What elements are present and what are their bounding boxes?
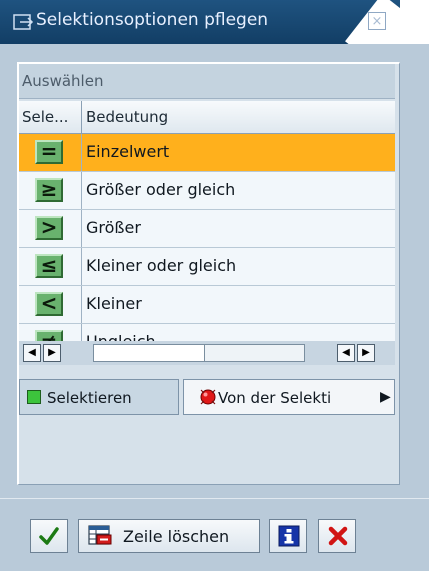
delete-row-button[interactable]: Zeile löschen xyxy=(78,519,260,553)
tab-von-der-selektion[interactable]: Von der Selekti ▶ xyxy=(183,379,395,415)
table-row-ungleich[interactable]: ≠ Ungleich xyxy=(19,324,395,341)
symbol-cell: = xyxy=(19,134,82,171)
group-title: Auswählen xyxy=(22,72,104,90)
table-row-kleiner[interactable]: < Kleiner xyxy=(19,286,395,324)
tab-von-der-selektion-label: Von der Selekti xyxy=(218,389,332,407)
column-header-bedeutung-label: Bedeutung xyxy=(86,108,169,126)
cancel-icon xyxy=(328,526,348,546)
symbol-cell: < xyxy=(19,286,82,323)
close-icon[interactable]: × xyxy=(368,12,386,30)
scroll-right-button[interactable]: ▶ xyxy=(43,344,61,362)
selection-group: Auswählen Sele... Bedeutung = Einzelwert… xyxy=(17,62,400,485)
delete-row-icon xyxy=(88,525,112,545)
meaning-cell[interactable]: Kleiner oder gleich xyxy=(86,256,236,275)
red-stop-icon xyxy=(200,389,216,405)
scroll-track[interactable] xyxy=(93,344,305,362)
symbol-cell: ≥ xyxy=(19,172,82,209)
scroll-right-button-2[interactable]: ▶ xyxy=(357,344,375,362)
dialog-body: Auswählen Sele... Bedeutung = Einzelwert… xyxy=(0,44,429,571)
scroll-thumb[interactable] xyxy=(94,345,205,361)
equals-operator-button[interactable]: = xyxy=(35,140,63,164)
cancel-button[interactable] xyxy=(318,519,356,553)
symbol-cell: ≤ xyxy=(19,248,82,285)
greater-operator-button[interactable]: > xyxy=(35,216,63,240)
table-row-einzelwert[interactable]: = Einzelwert xyxy=(19,134,395,172)
info-button[interactable] xyxy=(269,519,307,553)
title-bar: Selektionsoptionen pflegen × xyxy=(0,0,429,44)
table-body: = Einzelwert ≥ Größer oder gleich > Größ… xyxy=(19,134,395,341)
table-row-groesser[interactable]: > Größer xyxy=(19,210,395,248)
less-operator-button[interactable]: < xyxy=(35,292,63,316)
table-header: Sele... Bedeutung xyxy=(19,101,395,134)
tab-scroll-right-icon[interactable]: ▶ xyxy=(380,389,391,405)
ok-button[interactable] xyxy=(30,519,68,553)
meaning-cell[interactable]: Einzelwert xyxy=(86,142,169,161)
info-icon xyxy=(278,525,300,547)
not-equal-operator-button[interactable]: ≠ xyxy=(35,330,63,341)
symbol-cell: ≠ xyxy=(19,324,82,341)
meaning-cell[interactable]: Kleiner xyxy=(86,294,142,313)
group-header: Auswählen xyxy=(19,64,395,99)
column-header-sel-label: Sele... xyxy=(22,108,69,126)
green-square-icon xyxy=(27,390,41,404)
bottom-toolbar: Zeile löschen xyxy=(0,498,429,571)
column-header-sel[interactable]: Sele... xyxy=(19,101,82,133)
checkmark-icon xyxy=(39,527,59,545)
greater-equal-operator-button[interactable]: ≥ xyxy=(35,178,63,202)
meaning-cell[interactable]: Ungleich xyxy=(86,332,156,341)
table-row-kleiner-gleich[interactable]: ≤ Kleiner oder gleich xyxy=(19,248,395,286)
symbol-cell: > xyxy=(19,210,82,247)
scroll-left-button[interactable]: ◀ xyxy=(23,344,41,362)
delete-row-label: Zeile löschen xyxy=(123,527,230,546)
meaning-cell[interactable]: Größer oder gleich xyxy=(86,180,235,199)
horizontal-scrollbar[interactable]: ◀ ▶ ◀ ▶ xyxy=(19,341,395,365)
tab-selektieren-label: Selektieren xyxy=(47,389,132,407)
table-row-groesser-gleich[interactable]: ≥ Größer oder gleich xyxy=(19,172,395,210)
window-icon xyxy=(13,14,34,30)
less-equal-operator-button[interactable]: ≤ xyxy=(35,254,63,278)
dialog-window: Selektionsoptionen pflegen × Auswählen S… xyxy=(0,0,429,571)
meaning-cell[interactable]: Größer xyxy=(86,218,141,237)
scroll-left-button-2[interactable]: ◀ xyxy=(337,344,355,362)
window-title: Selektionsoptionen pflegen xyxy=(36,10,269,30)
tab-selektieren[interactable]: Selektieren xyxy=(19,379,179,415)
tab-strip: Selektieren Von der Selekti ▶ xyxy=(19,379,395,417)
